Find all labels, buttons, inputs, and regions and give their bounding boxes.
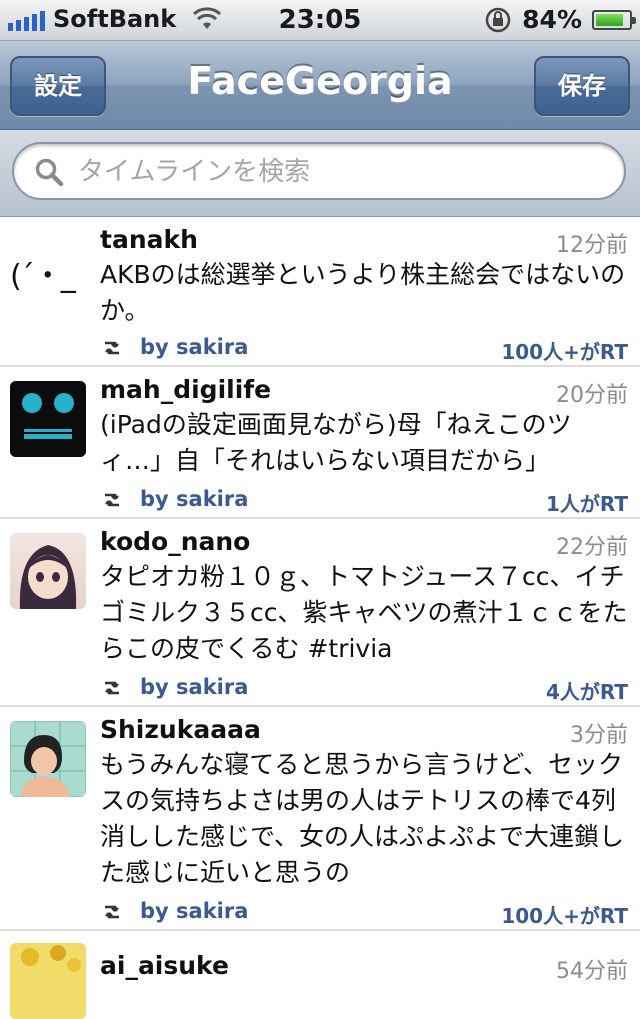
tweet-timestamp: 54分前: [556, 959, 628, 984]
retweet-count[interactable]: 100人+がRT: [501, 900, 628, 929]
tweet-username[interactable]: Shizukaaaa: [100, 715, 261, 744]
tweet-username[interactable]: kodo_nano: [100, 527, 250, 556]
timeline-tweet[interactable]: (´・_ tanakh 12分前 AKBのは総選挙というより株主総会ではないのか…: [0, 217, 640, 367]
robot-face-icon: [10, 381, 86, 457]
rotation-lock-icon: [485, 7, 511, 32]
timeline-tweet[interactable]: kodo_nano 22分前 タピオカ粉１０ｇ、トマトジュース７cc、イチゴミル…: [0, 519, 640, 707]
retweet-icon: [105, 905, 119, 919]
flower-avatar-icon: [10, 943, 86, 1019]
retweeted-by[interactable]: by sakira: [140, 335, 248, 359]
save-button[interactable]: 保存: [534, 56, 630, 116]
retweet-count[interactable]: 100人+がRT: [501, 336, 628, 365]
tweet-username[interactable]: ai_aisuke: [100, 951, 229, 980]
retweeted-by[interactable]: by sakira: [140, 899, 248, 923]
retweet-count[interactable]: 1人がRT: [546, 488, 628, 517]
tweet-text: AKBのは総選挙というより株主総会ではないのか。: [100, 260, 626, 325]
search-icon: [35, 158, 64, 187]
avatar[interactable]: [10, 381, 86, 457]
navigation-bar: 設定 FaceGeorgia 保存: [0, 41, 640, 130]
cartoon-woman-avatar-icon: [10, 721, 86, 797]
battery-percent: 84%: [522, 5, 582, 34]
tweet-text: もうみんな寝てると思うから言うけど、セックスの気持ちよさは男の人はテトリスの棒で…: [100, 750, 625, 887]
retweeted-by[interactable]: by sakira: [140, 487, 248, 511]
avatar[interactable]: (´・_: [10, 231, 86, 307]
tweet-timestamp: 20分前: [556, 383, 628, 408]
battery-icon: [592, 9, 636, 30]
anime-girl-avatar-icon: [19, 545, 77, 609]
tweet-username[interactable]: tanakh: [100, 225, 198, 254]
timeline-tweet[interactable]: ai_aisuke 54分前: [0, 931, 640, 1019]
retweet-icon: [105, 493, 119, 507]
tweet-timestamp: 22分前: [556, 535, 628, 560]
search-box[interactable]: [12, 142, 626, 200]
retweet-icon: [105, 681, 119, 695]
retweeted-by[interactable]: by sakira: [140, 675, 248, 699]
tweet-timestamp: 3分前: [570, 723, 628, 748]
avatar[interactable]: [10, 721, 86, 797]
status-bar: SoftBank 23:05 84%: [0, 0, 640, 41]
search-input[interactable]: [76, 152, 600, 192]
tweet-timestamp: 12分前: [556, 233, 628, 258]
avatar[interactable]: [10, 533, 86, 609]
search-bar: [0, 130, 640, 217]
tweet-username[interactable]: mah_digilife: [100, 375, 271, 404]
timeline: (´・_ tanakh 12分前 AKBのは総選挙というより株主総会ではないのか…: [0, 217, 640, 1019]
retweet-count[interactable]: 4人がRT: [546, 676, 628, 705]
tweet-text: タピオカ粉１０ｇ、トマトジュース７cc、イチゴミルク３５cc、紫キャベツの煮汁１…: [100, 562, 628, 663]
avatar[interactable]: [10, 943, 86, 1019]
timeline-tweet[interactable]: mah_digilife 20分前 (iPadの設定画面見ながら)母「ねえこのツ…: [0, 367, 640, 519]
tweet-text: (iPadの設定画面見ながら)母「ねえこのツィ…」自「それはいらない項目だから」: [100, 410, 572, 475]
timeline-tweet[interactable]: Shizukaaaa 3分前 もうみんな寝てると思うから言うけど、セックスの気持…: [0, 707, 640, 931]
retweet-icon: [105, 341, 119, 355]
avatar-text: (´・_: [10, 259, 76, 294]
